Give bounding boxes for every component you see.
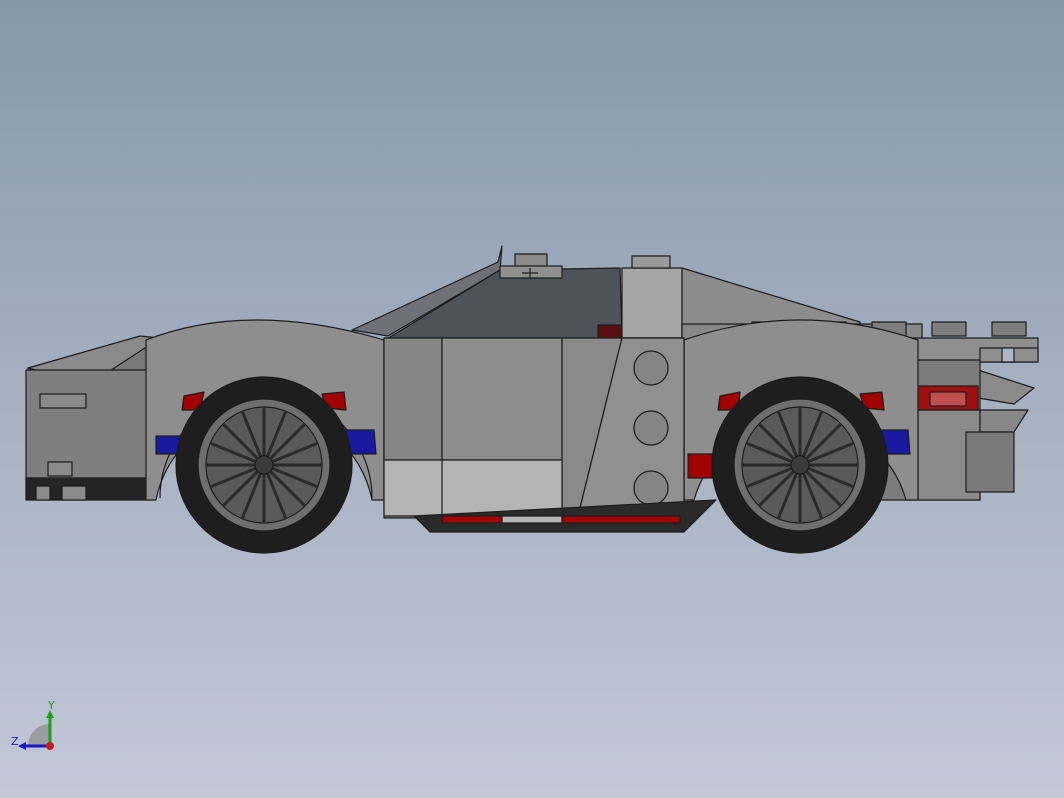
rear-diffuser: [979, 409, 1029, 433]
door-front-section: [383, 337, 443, 461]
door-mid-section: [441, 337, 563, 461]
y-axis-label: Y: [48, 699, 55, 712]
rear-lower-block: [965, 431, 1015, 493]
rear-wheel: [711, 376, 889, 554]
side-stud-2: [633, 410, 669, 446]
graphics-viewport[interactable]: Y Z: [0, 0, 1064, 798]
rear-red-accent: [687, 453, 713, 479]
x-axis-dot-icon: [46, 742, 54, 750]
rear-hitch-slot: [1001, 347, 1015, 363]
front-bumper-slot: [35, 485, 51, 501]
view-orientation-triad[interactable]: Y Z: [8, 698, 68, 758]
rear-stud-5: [991, 321, 1027, 337]
side-stud-1: [633, 350, 669, 386]
z-axis-arrowhead-icon: [18, 742, 26, 750]
rear-stud-4: [931, 321, 967, 337]
seat-back: [597, 324, 623, 340]
rear-pillar: [621, 267, 683, 339]
sill-red-2: [561, 515, 681, 524]
z-axis-label: Z: [11, 735, 19, 748]
sill-light: [501, 515, 563, 524]
car-model[interactable]: [0, 0, 1064, 798]
sill-red-1: [441, 515, 503, 524]
door-sill-light: [383, 459, 563, 517]
rear-view-plate: [499, 265, 563, 279]
front-stud-small: [47, 461, 73, 477]
rear-stud-top: [631, 255, 671, 269]
front-body: [25, 369, 151, 481]
tail-light-lens: [929, 391, 967, 407]
rear-spoiler-lip: [977, 369, 1035, 405]
front-vent: [39, 393, 87, 409]
side-stud-3: [633, 470, 669, 506]
front-wheel: [175, 376, 353, 554]
front-bumper-slot-2: [61, 485, 87, 501]
triad-base-icon: [28, 724, 50, 746]
